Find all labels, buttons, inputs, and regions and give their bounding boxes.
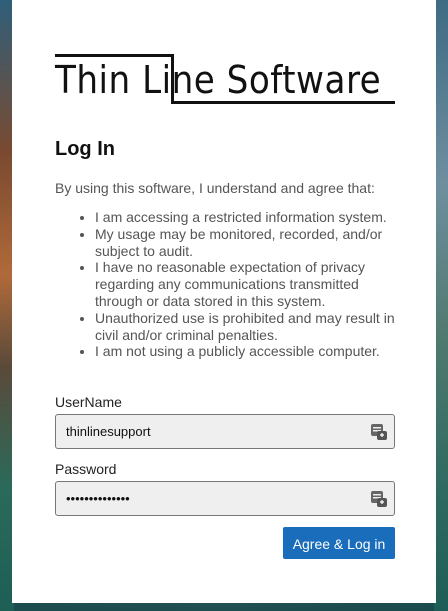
password-manager-icon[interactable]	[371, 423, 387, 441]
background-right	[434, 0, 448, 611]
password-manager-icon[interactable]	[371, 490, 387, 508]
username-value: thinlinesupport	[66, 424, 151, 439]
term-item: I am accessing a restricted information …	[95, 209, 395, 226]
login-card: Thin Line Software Log In By using this …	[12, 0, 436, 603]
password-value: ••••••••••••••	[66, 491, 130, 506]
intro-text: By using this software, I understand and…	[55, 180, 375, 196]
username-label: UserName	[55, 394, 122, 410]
term-item: Unauthorized use is prohibited and may r…	[95, 310, 395, 344]
logo-text: Thin Line Software	[55, 58, 382, 102]
term-item: My usage may be monitored, recorded, and…	[95, 226, 395, 260]
agree-login-button[interactable]: Agree & Log in	[283, 527, 395, 559]
password-label: Password	[55, 461, 117, 477]
page-title: Log In	[55, 138, 115, 160]
terms-list: I am accessing a restricted information …	[55, 209, 395, 360]
term-item: I am not using a publicly accessible com…	[95, 343, 395, 360]
logo-top-line	[55, 54, 173, 57]
username-field[interactable]: thinlinesupport	[55, 414, 395, 449]
brand-logo: Thin Line Software	[55, 54, 395, 106]
password-field[interactable]: ••••••••••••••	[55, 481, 395, 516]
term-item: I have no reasonable expectation of priv…	[95, 259, 395, 309]
